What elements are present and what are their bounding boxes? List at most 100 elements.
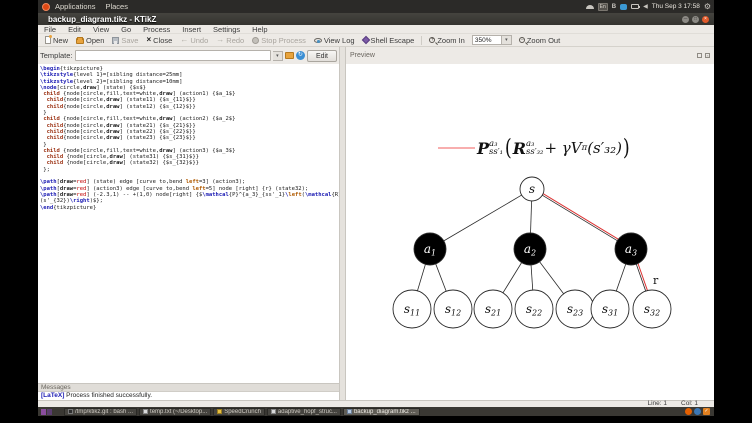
menu-insert[interactable]: Insert <box>176 25 207 34</box>
menu-view[interactable]: View <box>87 25 115 34</box>
latex-tag: [LaTeX] <box>41 392 65 399</box>
places-menu[interactable]: Places <box>100 2 133 11</box>
undo-icon: ← <box>180 35 189 44</box>
menu-settings[interactable]: Settings <box>207 25 246 34</box>
menu-go[interactable]: Go <box>115 25 137 34</box>
formula-term: ) <box>622 135 630 161</box>
firefox-icon[interactable] <box>685 408 692 415</box>
tree-edge <box>443 194 522 242</box>
preview-dock-header: Preview × <box>346 47 714 64</box>
taskbar-item[interactable]: SpeedCrunch <box>213 407 265 416</box>
formula-supsub: a₃ ss′₁ <box>489 139 504 157</box>
bluetooth-icon[interactable]: B <box>612 4 616 10</box>
maximize-button[interactable]: □ <box>692 15 699 23</box>
template-edit-button[interactable]: Edit <box>306 49 337 62</box>
zoom-in-button[interactable]: + Zoom In <box>425 35 469 46</box>
calc-icon <box>217 409 223 414</box>
save-icon <box>112 36 120 44</box>
code-line: \end{tikzpicture} <box>40 204 97 211</box>
float-dock-icon[interactable] <box>697 53 702 58</box>
session-gear-icon[interactable]: ⚙ <box>704 2 711 11</box>
formula-term: (s′₃₂) <box>587 139 623 157</box>
doc-icon <box>143 409 149 414</box>
tree-edge <box>539 261 564 295</box>
viewlog-icon <box>313 38 322 43</box>
reward-label: r <box>653 274 659 287</box>
system-tray: En B ◀ Thu Sep 3 17:58 ⚙ <box>585 2 714 11</box>
latex-message: Process finished successfully. <box>64 392 153 399</box>
red-path-edge <box>542 193 619 240</box>
zoom-dropdown-arrow-icon[interactable]: ▾ <box>501 35 512 45</box>
browser-icon[interactable] <box>694 408 701 415</box>
volume-icon[interactable]: ◀ <box>643 3 648 10</box>
chat-icon[interactable] <box>620 3 628 10</box>
formula: Pa₃ ss′₁(Ra₃ ss′₃₂ + γV π (s′₃₂)) <box>477 131 631 165</box>
zoom-level-combo[interactable]: 350% ▾ <box>471 35 512 45</box>
shell-escape-button[interactable]: Shell Escape <box>359 35 419 46</box>
template-label: Template: <box>40 51 73 60</box>
terminal-icon <box>68 409 73 414</box>
zoom-level-value[interactable]: 350% <box>471 35 502 45</box>
template-reload-icon[interactable]: ↻ <box>295 51 305 60</box>
template-input[interactable] <box>74 50 271 61</box>
save-button: Save <box>108 35 142 46</box>
close-dock-icon[interactable]: × <box>705 53 710 58</box>
formula-term: R <box>512 138 526 158</box>
wifi-icon[interactable] <box>585 4 594 9</box>
ubuntu-logo-icon[interactable] <box>42 2 50 11</box>
taskbar-item[interactable]: temp.txt (~/Desktop... <box>139 407 212 416</box>
view-log-button[interactable]: View Log <box>310 35 359 46</box>
close-icon: × <box>146 35 152 44</box>
stop-process-button: Stop Process <box>248 35 310 46</box>
tree-edge <box>502 262 522 294</box>
messages-body: [LaTeX] Process finished successfully. <box>38 392 339 400</box>
red-path-edge <box>637 263 648 291</box>
desktop: Applications Places En B ◀ Thu Sep 3 17:… <box>38 0 714 416</box>
menu-help[interactable]: Help <box>246 25 273 34</box>
preview-pane: s a1 a2 a3 s11 s12 s21 s22 s23 s31 s32 r Pa₃ ss′₁(Ra… <box>346 64 714 400</box>
taskbar-item[interactable]: /tmp/ktikz.git : bash ... <box>64 407 138 416</box>
tree-edge <box>615 263 627 292</box>
node-label-s: s <box>529 182 535 196</box>
statusbar: Line: 1 Col: 1 <box>38 400 714 407</box>
workspace-switcher[interactable] <box>41 408 52 415</box>
menubar: File Edit View Go Process Insert Settings Help <box>38 25 714 34</box>
menu-file[interactable]: File <box>38 25 62 34</box>
formula-term: P <box>477 138 490 158</box>
applications-menu[interactable]: Applications <box>50 2 100 11</box>
pane-splitter[interactable] <box>339 47 346 400</box>
window-title: backup_diagram.tikz - KTikZ <box>48 14 157 24</box>
clock[interactable]: Thu Sep 3 17:58 <box>652 3 700 10</box>
template-dropdown-arrow-icon[interactable]: ▾ <box>272 50 283 61</box>
open-icon <box>76 37 85 44</box>
new-button[interactable]: New <box>41 35 72 46</box>
zoom-out-button[interactable]: − Zoom Out <box>515 35 564 46</box>
undo-button: ← Undo <box>180 35 209 45</box>
minimize-button[interactable]: ─ <box>682 15 689 23</box>
taskbar-item[interactable]: backup_diagram.tikz ... <box>342 407 420 416</box>
menu-process[interactable]: Process <box>137 25 176 34</box>
close-button[interactable]: × Close <box>142 35 176 46</box>
menu-edit[interactable]: Edit <box>62 25 87 34</box>
taskbar-tray: ✓ <box>685 408 714 415</box>
redo-button: → Redo <box>216 35 245 45</box>
close-window-button[interactable]: × <box>702 15 709 23</box>
zoomin-icon: + <box>429 36 436 43</box>
template-open-folder-icon[interactable] <box>284 52 294 59</box>
doc-icon <box>270 409 276 414</box>
formula-term: ( <box>504 135 512 161</box>
updates-icon[interactable]: ✓ <box>703 408 710 415</box>
code-editor[interactable]: \begin{tikzpicture} \tikzstyle{level 1}=[… <box>38 64 339 383</box>
window-buttons: ─ □ × <box>682 15 714 23</box>
backup-diagram: sa1 a2 a3s11 s12 s21 s22 s23 s31 s32r <box>392 147 672 329</box>
tree-edge <box>542 194 618 242</box>
stop-icon <box>252 36 260 44</box>
preview-title: Preview <box>350 52 375 59</box>
taskbar: /tmp/ktikz.git : bash ... temp.txt (~/Des… <box>38 407 714 416</box>
open-button[interactable]: Open <box>72 35 108 46</box>
taskbar-item[interactable]: adaptive_hopf_struc... <box>266 407 341 416</box>
tree-edge <box>635 263 647 292</box>
formula-term: + γV <box>544 139 582 157</box>
keyboard-layout-indicator[interactable]: En <box>597 2 608 11</box>
battery-icon[interactable] <box>631 4 641 9</box>
